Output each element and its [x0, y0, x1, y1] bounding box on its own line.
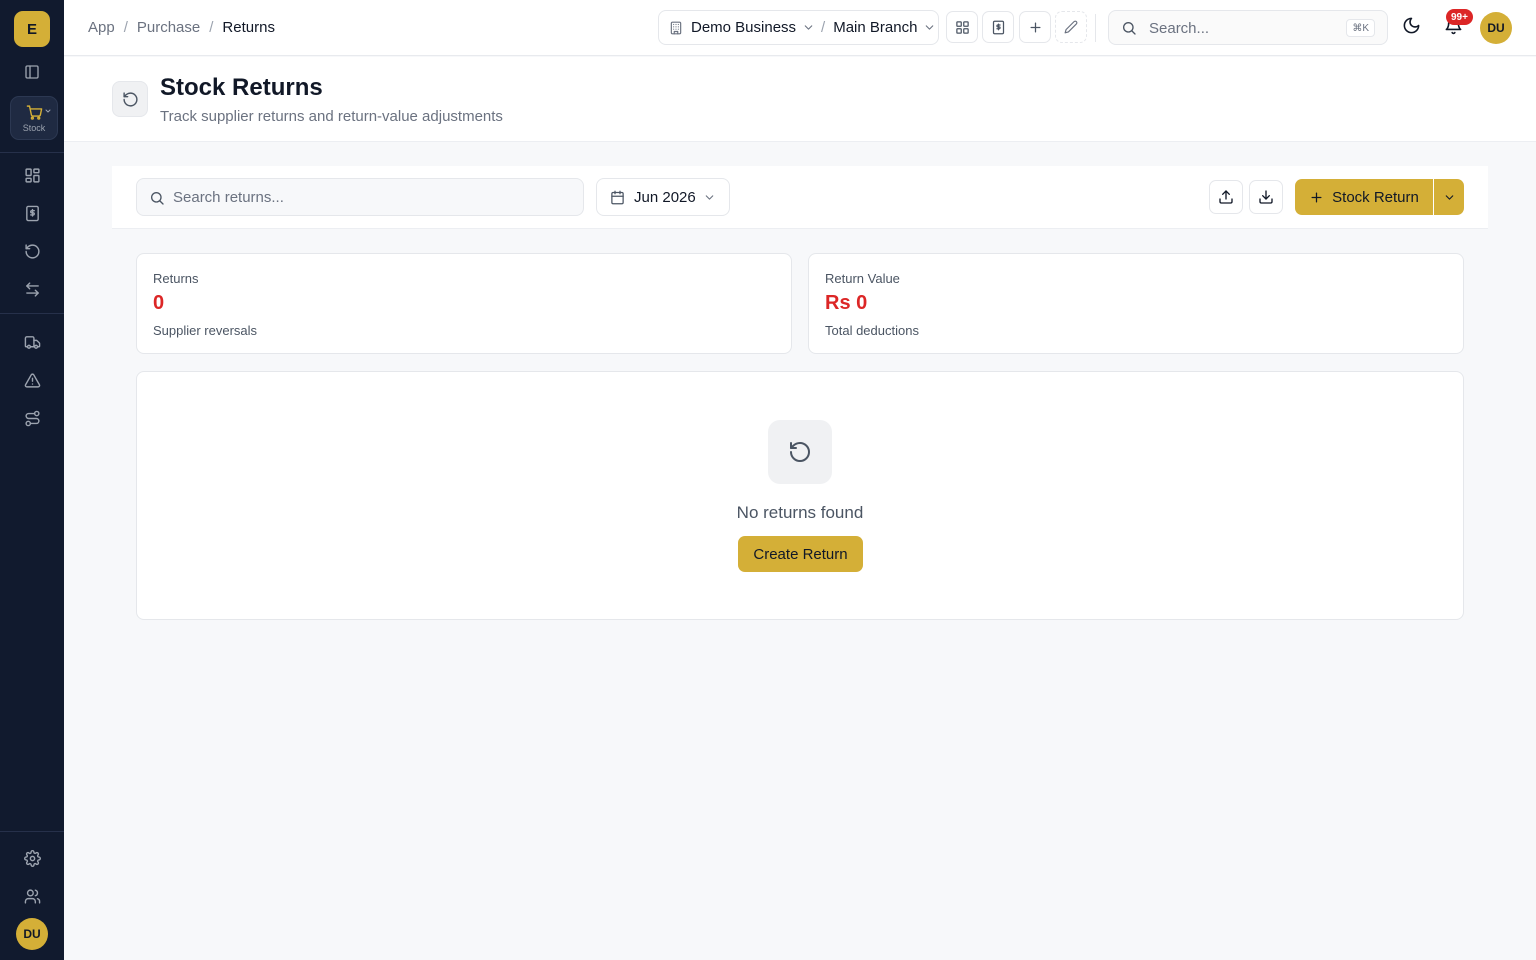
truck-icon [24, 335, 40, 349]
chevron-down-icon [1445, 194, 1453, 200]
branch-name: Main Branch [833, 19, 918, 36]
sidebar-divider [0, 313, 64, 314]
sidebar-divider [0, 831, 64, 832]
returns-list-empty: No returns found Create Return [136, 371, 1464, 620]
chevron-down-icon [926, 25, 934, 30]
returns-search [136, 178, 584, 216]
rotate-ccw-icon [122, 91, 138, 107]
sidebar-divider [0, 152, 64, 153]
notification-badge: 99+ [1446, 9, 1473, 25]
calendar-icon [611, 190, 624, 204]
stat-note: Supplier reversals [153, 323, 258, 338]
user-avatar[interactable]: DU [1480, 12, 1512, 44]
stat-value: Rs 0 [825, 292, 868, 314]
sidebar-user-avatar[interactable]: DU [16, 918, 48, 950]
sidebar-item-workflow[interactable] [16, 402, 48, 434]
month-picker[interactable]: Jun 2026 [596, 178, 730, 216]
sidebar-item-alerts[interactable] [16, 364, 48, 396]
panel-icon [25, 65, 39, 79]
search-icon [1123, 22, 1136, 35]
sidebar-module-label: Stock [22, 123, 46, 133]
breadcrumb-app[interactable]: App [88, 19, 115, 36]
stat-card-return-value: Return Value Rs 0 Total deductions [808, 253, 1464, 354]
import-button[interactable] [1249, 180, 1283, 214]
stat-card-returns: Returns 0 Supplier reversals [136, 253, 792, 354]
stat-label: Returns [153, 271, 199, 286]
stat-value: 0 [153, 292, 165, 314]
route-icon [24, 410, 40, 426]
chevron-down-icon [804, 25, 813, 30]
new-stock-return-button[interactable]: Stock Return [1295, 179, 1433, 215]
breadcrumb-purchase[interactable]: Purchase [137, 19, 200, 36]
sidebar-toggle-button[interactable] [16, 56, 48, 88]
selector-separator: / [821, 19, 826, 36]
global-search-placeholder: Search... [1149, 20, 1210, 37]
toolbar-divider [1095, 14, 1096, 42]
arrows-icon [25, 281, 39, 297]
business-branch-selector[interactable]: Demo Business / Main Branch [658, 10, 939, 45]
top-bar: App / Purchase / Returns Demo Business /… [64, 0, 1536, 56]
breadcrumb-separator: / [209, 19, 214, 36]
upload-icon [1219, 190, 1233, 204]
grid-icon [24, 167, 40, 183]
global-search[interactable]: Search... ⌘K [1108, 10, 1388, 45]
business-name: Demo Business [691, 19, 797, 36]
page-subtitle: Track supplier returns and return-value … [160, 108, 503, 125]
users-icon [24, 888, 40, 904]
empty-state-message: No returns found [736, 503, 864, 522]
rotate-ccw-icon [790, 442, 810, 462]
gear-icon [23, 849, 41, 867]
sidebar-item-delivery[interactable] [16, 326, 48, 358]
chevron-down-icon [705, 194, 714, 200]
sidebar-item-dashboard[interactable] [16, 159, 48, 191]
chevron-down-icon [45, 109, 51, 113]
search-shortcut-hint: ⌘K [1346, 19, 1375, 37]
stock-return-options-button[interactable] [1434, 179, 1464, 215]
download-icon [1259, 190, 1273, 204]
search-icon [151, 192, 164, 205]
plus-icon [1030, 22, 1040, 32]
plus-icon [1311, 192, 1322, 202]
app-logo[interactable]: E [14, 11, 50, 47]
sidebar-item-invoices[interactable] [16, 197, 48, 229]
breadcrumb: App / Purchase / Returns [88, 19, 275, 36]
alert-triangle-icon [24, 372, 40, 388]
new-stock-return-label: Stock Return [1332, 188, 1419, 206]
filter-toolbar: Jun 2026 Stock Return [112, 166, 1488, 229]
empty-state-icon [768, 420, 832, 484]
building-icon [670, 21, 682, 34]
sidebar-item-users[interactable] [16, 880, 48, 912]
page-title: Stock Returns [160, 74, 323, 101]
export-button[interactable] [1209, 180, 1243, 214]
moon-icon[interactable] [1402, 16, 1421, 35]
receipt-icon [992, 20, 1004, 34]
receipt-icon [25, 205, 39, 221]
sidebar-module-stock[interactable]: Stock [10, 96, 58, 140]
quick-add-button[interactable] [1019, 11, 1051, 43]
month-picker-value: Jun 2026 [634, 188, 696, 206]
returns-search-input[interactable] [173, 180, 573, 214]
sidebar: E Stock DU [0, 0, 64, 960]
pencil-icon [1064, 20, 1078, 34]
sidebar-item-transfers[interactable] [16, 273, 48, 305]
stat-note: Total deductions [825, 323, 919, 338]
rotate-ccw-icon [24, 243, 40, 259]
sidebar-item-returns[interactable] [16, 235, 48, 267]
create-return-button[interactable]: Create Return [738, 536, 863, 572]
breadcrumb-separator: / [123, 19, 128, 36]
grid-icon [955, 20, 969, 34]
edit-shortcuts-button[interactable] [1055, 11, 1087, 43]
invoice-shortcut-button[interactable] [982, 11, 1014, 43]
page-header: Stock Returns Track supplier returns and… [64, 57, 1536, 142]
sidebar-item-settings[interactable] [16, 842, 48, 874]
cart-icon [26, 105, 43, 120]
stat-label: Return Value [825, 271, 900, 286]
apps-grid-button[interactable] [946, 11, 978, 43]
page-icon [112, 81, 148, 117]
breadcrumb-current: Returns [222, 19, 275, 36]
